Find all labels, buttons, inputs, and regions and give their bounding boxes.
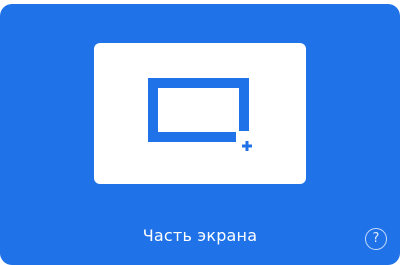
tile-label: Часть экрана bbox=[142, 226, 258, 245]
screen-region-capture-tile[interactable]: Часть экрана ? bbox=[0, 4, 400, 265]
capture-preview bbox=[94, 43, 306, 184]
region-select-icon bbox=[148, 78, 256, 151]
help-icon[interactable]: ? bbox=[365, 228, 387, 250]
